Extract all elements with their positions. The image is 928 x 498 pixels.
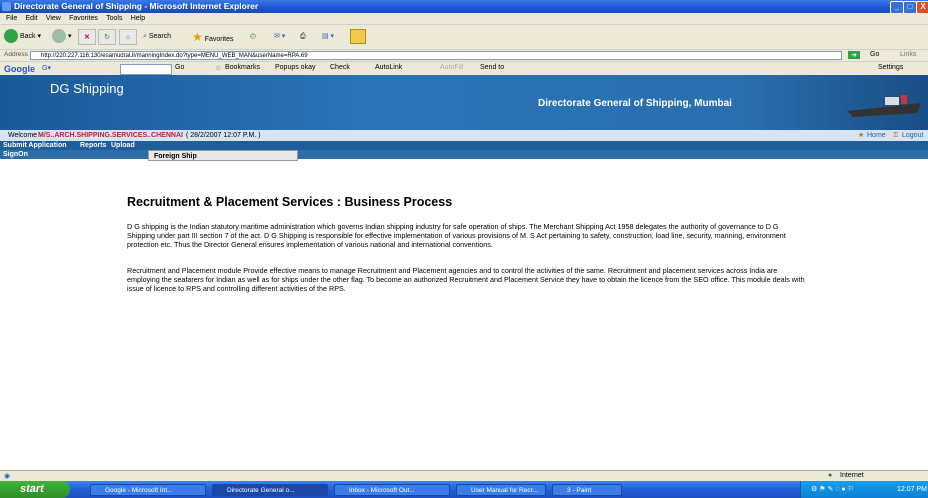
history-icon[interactable]: ◴ bbox=[250, 29, 256, 45]
refresh-icon[interactable]: ↻ bbox=[98, 29, 116, 45]
page-status-icon: ◉ bbox=[4, 473, 11, 480]
nav-signon[interactable]: SignOn bbox=[3, 150, 28, 159]
menu-tools[interactable]: Tools bbox=[106, 15, 122, 22]
home-link-icon: ★ bbox=[858, 132, 865, 139]
back-arrow-icon bbox=[4, 29, 18, 44]
upload-dropdown-item[interactable]: Foreign Ship bbox=[148, 150, 298, 161]
go-button[interactable]: ➜ bbox=[848, 51, 860, 59]
nav-submit-application[interactable]: Submit Application bbox=[3, 141, 67, 150]
security-zone: Internet bbox=[840, 472, 864, 479]
search-button[interactable]: ⌕ Search bbox=[143, 29, 171, 45]
stop-icon[interactable]: ✕ bbox=[78, 29, 96, 45]
back-label: Back bbox=[19, 33, 36, 40]
menu-help[interactable]: Help bbox=[131, 15, 145, 22]
popups-button[interactable]: Popups okay bbox=[275, 64, 315, 71]
menu-view[interactable]: View bbox=[46, 15, 61, 22]
site-banner: DG Shipping Directorate General of Shipp… bbox=[0, 75, 928, 130]
sendto-button[interactable]: Send to bbox=[480, 64, 504, 71]
address-label: Address bbox=[4, 51, 28, 58]
browser-toolbar: Back ▾ ▾ ✕ ↻ ⌂ ⌕ Search ★ Favorites ◴ ✉ … bbox=[0, 24, 928, 49]
google-logo: Google bbox=[4, 64, 35, 74]
main-nav: Submit Application Reports Upload bbox=[0, 141, 928, 150]
forward-button[interactable]: ▾ bbox=[52, 29, 71, 45]
search-icon: ⌕ bbox=[143, 33, 147, 40]
sub-nav: SignOn bbox=[0, 150, 928, 159]
welcome-prefix: Welcome bbox=[8, 132, 38, 139]
print-icon[interactable]: ⎙ bbox=[300, 29, 306, 45]
home-link[interactable]: Home bbox=[867, 130, 886, 141]
menu-bar: File Edit View Favorites Tools Help bbox=[0, 13, 928, 24]
menu-edit[interactable]: Edit bbox=[26, 15, 38, 22]
welcome-date: ( 28/2/2007 12:07 P.M. ) bbox=[186, 132, 261, 139]
autolink-button[interactable]: AutoLink bbox=[375, 64, 402, 71]
back-button[interactable]: Back ▾ bbox=[4, 29, 41, 45]
favorites-button[interactable]: ★ Favorites bbox=[192, 29, 234, 45]
home-icon[interactable]: ⌂ bbox=[119, 29, 137, 45]
ship-logo bbox=[847, 95, 921, 117]
settings-button[interactable]: Settings bbox=[878, 64, 903, 71]
start-button[interactable]: start bbox=[0, 481, 70, 498]
google-menu-icon[interactable]: G▾ bbox=[42, 64, 51, 72]
check-button[interactable]: Check bbox=[330, 64, 350, 71]
welcome-bar: Welcome M/S..ARCH.SHIPPING.SERVICES..CHE… bbox=[0, 130, 928, 141]
task-google[interactable]: Google - Microsoft Int... bbox=[90, 484, 206, 496]
menu-file[interactable]: File bbox=[6, 15, 17, 22]
logout-icon: ⚿ bbox=[893, 132, 899, 139]
go-label[interactable]: Go bbox=[870, 51, 879, 58]
bookmarks-button[interactable]: Bookmarks bbox=[225, 64, 260, 71]
task-dg-shipping[interactable]: Directorate General o... bbox=[212, 484, 328, 496]
task-paint[interactable]: 3 - Paint bbox=[552, 484, 622, 496]
nav-upload[interactable]: Upload bbox=[111, 141, 135, 150]
logout-link[interactable]: Logout bbox=[902, 130, 923, 141]
address-input[interactable]: http://220.227.116.130/esamudraUI/mannin… bbox=[30, 51, 842, 60]
system-tray: ⚙ ⚑ ✎ ◌ ● ⚐ 12:07 PM bbox=[800, 481, 928, 498]
autofill-button[interactable]: AutoFill bbox=[440, 64, 463, 71]
google-search-input[interactable] bbox=[120, 64, 172, 75]
organization-name: Directorate General of Shipping, Mumbai bbox=[538, 98, 732, 109]
page-heading: Recruitment & Placement Services : Busin… bbox=[127, 195, 453, 209]
clock: 12:07 PM bbox=[897, 486, 927, 493]
edit-icon[interactable]: ▤ ▾ bbox=[322, 29, 334, 45]
task-inbox[interactable]: Inbox - Microsoft Out... bbox=[334, 484, 450, 496]
window-title: Directorate General of Shipping - Micros… bbox=[14, 1, 259, 11]
task-user-manual[interactable]: User Manual for Recr... bbox=[456, 484, 546, 496]
links-label[interactable]: Links bbox=[900, 51, 916, 58]
intro-paragraph: D G shipping is the Indian statutory mar… bbox=[127, 222, 786, 249]
window-title-bar[interactable]: Directorate General of Shipping - Micros… bbox=[0, 0, 928, 14]
star-icon: ★ bbox=[192, 30, 203, 44]
nav-reports[interactable]: Reports bbox=[80, 141, 106, 150]
bookmarks-icon: ☆ bbox=[215, 65, 222, 72]
google-toolbar: Google G▾ Go ☆ Bookmarks Popups okay Che… bbox=[0, 61, 928, 76]
ie-icon bbox=[2, 2, 11, 11]
favorites-label: Favorites bbox=[204, 36, 234, 43]
forward-arrow-icon bbox=[52, 29, 66, 44]
search-label: Search bbox=[148, 33, 172, 40]
menu-favorites[interactable]: Favorites bbox=[69, 15, 98, 22]
internet-zone-icon: ● bbox=[828, 472, 833, 479]
tray-icons[interactable]: ⚙ ⚑ ✎ ◌ ● ⚐ bbox=[811, 481, 854, 498]
google-go-button[interactable]: Go bbox=[175, 64, 184, 71]
welcome-user: M/S..ARCH.SHIPPING.SERVICES..CHENNAI bbox=[38, 132, 183, 139]
mail-icon[interactable]: ✉ ▾ bbox=[274, 29, 285, 45]
brand-name: DG Shipping bbox=[50, 81, 124, 96]
folder-icon[interactable] bbox=[350, 29, 366, 44]
module-paragraph: Recruitment and Placement module Provide… bbox=[127, 266, 805, 293]
